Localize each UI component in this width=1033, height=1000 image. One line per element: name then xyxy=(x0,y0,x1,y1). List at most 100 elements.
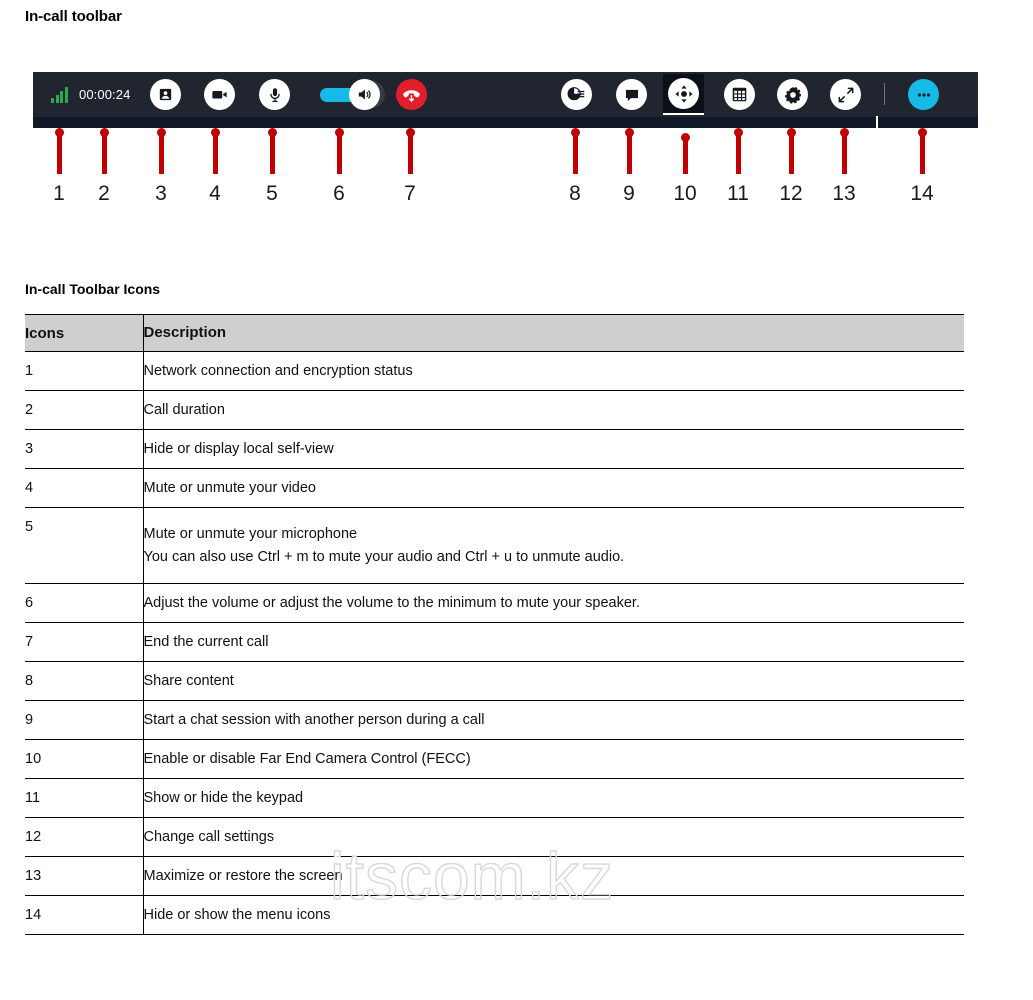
table-row: 9 Start a chat session with another pers… xyxy=(25,700,964,740)
keypad-button[interactable] xyxy=(724,72,755,117)
far-end-camera-control-button[interactable] xyxy=(663,72,704,117)
callout-line-8 xyxy=(573,132,578,174)
microphone-icon[interactable] xyxy=(259,79,290,110)
row-description: Call duration xyxy=(143,390,964,430)
self-view-button[interactable] xyxy=(150,72,181,117)
row-description: Network connection and encryption status xyxy=(143,351,964,391)
table-row: 12 Change call settings xyxy=(25,817,964,857)
maximize-button[interactable] xyxy=(830,72,861,117)
more-menu-button[interactable] xyxy=(908,72,939,117)
row-icon-number: 11 xyxy=(25,778,144,818)
row-icon-number: 4 xyxy=(25,468,144,508)
table-row: 6 Adjust the volume or adjust the volume… xyxy=(25,583,964,623)
row-icon-number: 1 xyxy=(25,351,144,391)
callout-head-5 xyxy=(268,128,277,137)
callout-line-5 xyxy=(270,132,275,174)
share-content-button[interactable] xyxy=(561,72,592,117)
toolbar-background-bottom xyxy=(33,117,978,128)
row-icon-number: 12 xyxy=(25,817,144,857)
icons-table-wrapper: Icons Description 1 Network connection a… xyxy=(25,314,964,935)
row-description-line2: You can also use Ctrl + m to mute your a… xyxy=(143,548,625,565)
row-description: Share content xyxy=(143,661,964,701)
callout-number-5: 5 xyxy=(266,182,278,205)
call-duration-text: 00:00:24 xyxy=(79,87,131,102)
callout-line-9 xyxy=(627,132,632,174)
row-description: Change call settings xyxy=(143,817,964,857)
icons-table: Icons Description 1 Network connection a… xyxy=(25,314,964,935)
callout-number-11: 11 xyxy=(727,182,749,205)
far-end-camera-control-icon[interactable] xyxy=(668,78,699,109)
chat-button[interactable] xyxy=(616,72,647,117)
row-icon-number: 2 xyxy=(25,390,144,430)
row-description-multiline: Mute or unmute your microphone You can a… xyxy=(143,507,964,584)
row-description: Enable or disable Far End Camera Control… xyxy=(143,739,964,779)
row-icon-number: 9 xyxy=(25,700,144,740)
row-description: Start a chat session with another person… xyxy=(143,700,964,740)
table-row: 10 Enable or disable Far End Camera Cont… xyxy=(25,739,964,779)
end-call-icon[interactable] xyxy=(396,79,427,110)
callout-number-12: 12 xyxy=(779,182,803,205)
callout-number-9: 9 xyxy=(623,182,635,205)
row-description: End the current call xyxy=(143,622,964,662)
settings-gear-icon[interactable] xyxy=(777,79,808,110)
callout-line-3 xyxy=(159,132,164,174)
callout-line-14 xyxy=(920,132,925,174)
callout-head-9 xyxy=(625,128,634,137)
callout-line-10 xyxy=(683,137,688,174)
callout-number-3: 3 xyxy=(155,182,167,205)
keypad-icon[interactable] xyxy=(724,79,755,110)
chat-bubble-icon[interactable] xyxy=(616,79,647,110)
table-row: 14 Hide or show the menu icons xyxy=(25,895,964,935)
callout-head-8 xyxy=(571,128,580,137)
microphone-mute-button[interactable] xyxy=(259,72,290,117)
row-description: Hide or show the menu icons xyxy=(143,895,964,935)
end-call-button[interactable] xyxy=(396,72,427,117)
more-menu-icon[interactable] xyxy=(908,79,939,110)
callout-head-11 xyxy=(734,128,743,137)
maximize-icon[interactable] xyxy=(830,79,861,110)
callout-number-1: 1 xyxy=(53,182,65,205)
row-description-line1: Mute or unmute your microphone xyxy=(143,526,358,543)
callout-number-14: 14 xyxy=(910,182,934,205)
callout-number-7: 7 xyxy=(404,182,416,205)
row-icon-number: 14 xyxy=(25,895,144,935)
volume-slider[interactable] xyxy=(320,72,385,117)
row-description: Mute or unmute your video xyxy=(143,468,964,508)
call-duration: 00:00:24 xyxy=(79,72,130,117)
callout-line-12 xyxy=(789,132,794,174)
speaker-icon[interactable] xyxy=(349,79,380,110)
row-description: Maximize or restore the screen xyxy=(143,856,964,896)
row-icon-number: 6 xyxy=(25,583,144,623)
callout-line-1 xyxy=(57,132,62,174)
active-selection-highlight xyxy=(663,74,704,115)
toolbar-separator xyxy=(884,83,885,105)
table-row: 2 Call duration xyxy=(25,390,964,430)
page-title: In-call toolbar xyxy=(25,8,122,25)
table-section-title: In-call Toolbar Icons xyxy=(25,281,161,297)
callout-line-2 xyxy=(102,132,107,174)
share-content-icon[interactable] xyxy=(561,79,592,110)
callout-head-4 xyxy=(211,128,220,137)
video-camera-icon[interactable] xyxy=(204,79,235,110)
call-settings-button[interactable] xyxy=(777,72,808,117)
callout-head-14 xyxy=(918,128,927,137)
callout-line-13 xyxy=(842,132,847,174)
self-view-icon[interactable] xyxy=(150,79,181,110)
table-row: 13 Maximize or restore the screen xyxy=(25,856,964,896)
row-icon-number: 7 xyxy=(25,622,144,662)
video-mute-button[interactable] xyxy=(204,72,235,117)
callout-head-1 xyxy=(55,128,64,137)
row-icon-number: 5 xyxy=(25,507,144,584)
callout-number-6: 6 xyxy=(333,182,345,205)
in-call-toolbar: 00:00:24 xyxy=(33,72,978,128)
row-icon-number: 10 xyxy=(25,739,144,779)
volume-slider-control[interactable] xyxy=(320,79,385,110)
toolbar-separator-tick xyxy=(876,116,878,128)
callout-number-10: 10 xyxy=(673,182,697,205)
callout-line-11 xyxy=(736,132,741,174)
row-description: Adjust the volume or adjust the volume t… xyxy=(143,583,964,623)
table-row: 3 Hide or display local self-view xyxy=(25,429,964,469)
signal-bars-icon xyxy=(51,86,68,103)
callout-line-6 xyxy=(337,132,342,174)
table-row: 5 Mute or unmute your microphone You can… xyxy=(25,507,964,584)
